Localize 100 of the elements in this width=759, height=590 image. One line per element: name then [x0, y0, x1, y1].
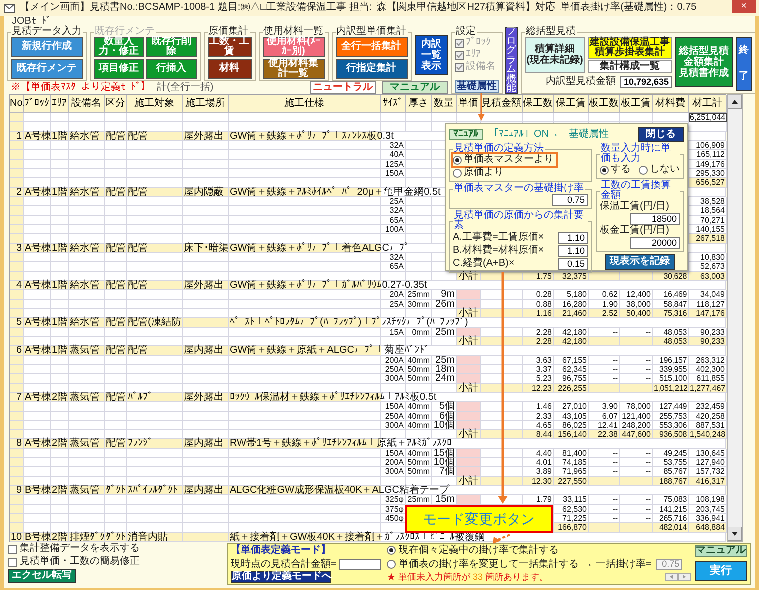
tally-button[interactable]: 建設設備保温工事 積算歩掛表集計: [588, 37, 672, 59]
field-label: 保温工賃(円/日): [600, 201, 670, 213]
column-header: 厚さ: [406, 95, 432, 113]
table-cell: 450φ: [381, 514, 406, 524]
table-cell: 配管: [105, 318, 127, 328]
table-cell: 配管: [127, 280, 183, 290]
table-cell: 447,600: [620, 430, 653, 440]
input-field[interactable]: 1.10: [558, 232, 588, 244]
callout-label: モード変更ボタン: [405, 505, 553, 533]
table-cell: 蒸気管: [69, 486, 105, 496]
table-cell: 配管: [127, 188, 183, 197]
table-cell: 配管: [127, 132, 183, 141]
table-cell: 蒸気管: [69, 439, 105, 449]
excel-export-button[interactable]: エクセル転写: [8, 569, 76, 584]
table-cell: 936,508: [653, 430, 689, 440]
table-cell: 33,115: [554, 495, 589, 505]
toolbar-button[interactable]: 工数・工賃: [208, 37, 252, 57]
toolbar-button[interactable]: 材料: [208, 59, 252, 79]
column-header: 板工賃: [620, 95, 653, 113]
table-cell: 22.38: [589, 430, 620, 440]
mode-button[interactable]: マニュアル: [382, 81, 448, 94]
table-cell: 336,941: [689, 514, 727, 524]
radio-label[interactable]: しない: [650, 164, 680, 176]
table-cell: 小計: [457, 384, 481, 393]
table-cell: A号棟: [24, 392, 51, 402]
table-cell: 150A: [381, 402, 406, 412]
radio-label[interactable]: する: [611, 164, 631, 176]
field-label: 現時点の見積合計金額=: [231, 558, 337, 570]
table-cell: 300A: [381, 467, 406, 477]
mode-button[interactable]: ニュートラル: [310, 81, 376, 94]
field-label: 板金工賃(円/日): [600, 225, 670, 237]
toolbar-button[interactable]: 使用材料集計一覧: [262, 59, 325, 79]
table-cell: B号棟: [24, 532, 51, 542]
column-header: 施工対象: [127, 95, 183, 113]
field-label: → 一括掛け率=: [583, 558, 652, 571]
table-cell: 130,645: [689, 448, 727, 458]
input-field[interactable]: 20000: [630, 237, 680, 249]
table-cell: 1階: [51, 318, 69, 328]
table-cell: --: [620, 458, 653, 468]
table-cell: 給水管: [69, 318, 105, 328]
column-header: 単価: [457, 95, 481, 113]
table-cell: 1階: [51, 188, 69, 197]
table-cell: 482,014: [653, 523, 689, 533]
table-cell: 18,564: [689, 206, 727, 216]
manual-tab[interactable]: ﾏﾆｭｱﾙ: [449, 129, 483, 140]
table-cell: 小計: [457, 336, 481, 346]
rate-label: 単価表掛け率(基礎属性)：0.75: [560, 0, 697, 15]
program-button[interactable]: プログラム機能: [505, 27, 518, 94]
table-cell: 1,540,248: [689, 430, 727, 440]
close-button[interactable]: ×: [732, 0, 756, 13]
checkbox-label[interactable]: 集計整備データを表示する: [20, 543, 140, 556]
input-field[interactable]: 0.75: [552, 194, 588, 206]
table-cell: 78,000: [620, 402, 653, 412]
detail-button[interactable]: 積算詳細 (現在未記録): [525, 37, 585, 73]
table-cell: ﾀﾞｸﾄ: [105, 532, 127, 542]
group-title: 内訳型単価集計: [336, 27, 408, 37]
structure-list-button[interactable]: 集計構成一覧: [588, 60, 672, 73]
table-cell: 配管: [105, 346, 127, 356]
table-cell: ﾛｯｸｳｰﾙ保温材＋鉄線＋ﾎﾟﾘｴﾁﾚﾝﾌｨﾙﾑ＋ｱﾙﾐ板0.5t: [229, 392, 726, 402]
input-field[interactable]: 1.10: [558, 244, 588, 256]
radio-label[interactable]: 原価より: [464, 167, 504, 179]
list-view-button[interactable]: 内訳一覧表示: [414, 35, 448, 75]
table-cell: 232,459: [689, 402, 727, 412]
table-cell: 12,400: [620, 290, 653, 300]
table-cell: 50mm: [406, 467, 432, 477]
table-cell: 5個: [432, 402, 457, 412]
table-cell: 消音内貼: [127, 532, 183, 542]
estimate-button[interactable]: 総括型見積金額集計 見積書作成: [675, 37, 733, 87]
column-header: ｻｲｽﾞ: [381, 95, 406, 113]
exit-button[interactable]: 終了: [736, 37, 752, 91]
base-attribute-button[interactable]: 基礎属性: [455, 80, 499, 93]
table-cell: 52,673: [689, 262, 727, 272]
radio-label[interactable]: 単価表の掛け率を変更して一括集計する: [399, 558, 579, 571]
table-cell: 屋外露出: [183, 280, 229, 290]
radio-label[interactable]: 現在個々定義中の掛け率で集計する: [399, 544, 559, 558]
table-cell: 配管: [127, 244, 183, 253]
table-cell: 74,185: [554, 458, 589, 468]
table-cell: 108,198: [689, 495, 727, 505]
checkbox-label[interactable]: 見積単価・工数の簡易修正: [20, 556, 140, 568]
dialog-note: 「ﾏﾆｭｱﾙ」ON→ 基礎属性: [489, 128, 609, 140]
table-cell: 648,884: [689, 523, 727, 533]
input-field[interactable]: 18500: [630, 213, 680, 225]
row-header: 6: [10, 346, 24, 356]
table-cell: 2階: [51, 532, 69, 542]
column-header: 区分: [105, 95, 127, 113]
column-header: 保工数: [523, 95, 554, 113]
table-cell: 27,010: [554, 402, 589, 412]
save-view-button[interactable]: 現表示を記録: [605, 254, 675, 270]
row-header: 8: [10, 439, 24, 449]
table-cell: 床下･暗渠: [183, 244, 229, 253]
table-cell: ALGC化粧GW成形保温板40K＋ALGC粘着テープ: [229, 486, 726, 496]
close-button[interactable]: 閉じる: [638, 127, 684, 142]
table-cell: 配管: [127, 346, 183, 356]
table-cell: 給水管: [69, 280, 105, 290]
table-cell: 71,225: [554, 514, 589, 524]
toolbar-button[interactable]: 行指定集計: [336, 59, 408, 79]
manual-button[interactable]: マニュアル: [695, 544, 747, 557]
input-field[interactable]: 0.15: [558, 258, 588, 270]
radio-label[interactable]: 単価表マスターより: [464, 154, 554, 166]
column-header: No.: [10, 95, 24, 113]
